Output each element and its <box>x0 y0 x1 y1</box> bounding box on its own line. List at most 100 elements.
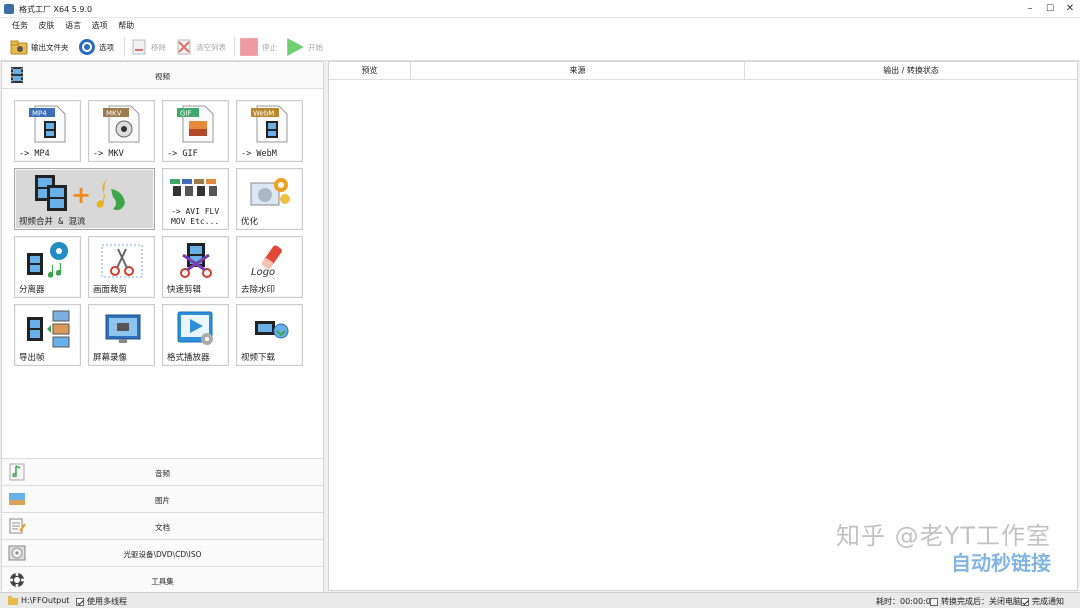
mp4-badge: MP4 <box>32 110 47 118</box>
shutdown-label: 转换完成后：关闭电脑 <box>941 597 1021 606</box>
webm-badge: WebM <box>253 110 274 118</box>
tile-crop[interactable]: 画面裁剪 <box>88 236 155 298</box>
category-document-label: 文档 <box>155 523 170 532</box>
tile-to-avi-flv-mov[interactable]: -> AVI FLV MOV Etc... <box>162 168 229 230</box>
notify-checkbox[interactable] <box>1021 597 1029 606</box>
category-video-label: 视频 <box>155 72 170 81</box>
shutdown-checkbox[interactable] <box>930 597 938 606</box>
elapsed-time: 耗时：00:00:00 <box>876 596 936 607</box>
play-icon <box>287 38 304 56</box>
output-folder-button[interactable]: 输出文件夹 <box>10 36 69 58</box>
tile-label: 分离器 <box>19 285 45 295</box>
webm-file-icon: WebM <box>251 105 288 143</box>
tile-remove-watermark[interactable]: Logo 去除水印 <box>236 236 303 298</box>
tile-quick-clip[interactable]: 快速剪辑 <box>162 236 229 298</box>
remove-label: 移除 <box>151 42 166 52</box>
multithread-checkbox[interactable] <box>76 597 84 606</box>
stop-button[interactable]: 停止 <box>239 36 277 58</box>
tile-to-webm[interactable]: WebM -> WebM <box>236 100 303 162</box>
window-title: 格式工厂 X64 5.9.0 <box>19 5 93 14</box>
notify-toggle[interactable]: 完成通知 <box>1021 596 1064 607</box>
mkv-badge: MKV <box>106 110 122 118</box>
merge-mux-icon: + <box>35 175 125 211</box>
tile-label: -> GIF <box>167 149 198 159</box>
tile-optimize[interactable]: 优化 <box>236 168 303 230</box>
export-frames-icon <box>27 310 70 348</box>
tile-video-download[interactable]: 视频下载 <box>236 304 303 366</box>
title-bar: 格式工厂 X64 5.9.0 – ☐ ✕ <box>0 0 1080 18</box>
tile-label: 屏幕录像 <box>93 353 128 363</box>
tile-label: -> MP4 <box>19 149 50 159</box>
toolbar: 输出文件夹 选项 移除 清空列表 停止 开始 <box>0 33 1080 61</box>
clear-list-button[interactable]: 清空列表 <box>175 36 226 58</box>
watermark-line1: 知乎 @老YT工作室 <box>836 522 1051 550</box>
watermark: 知乎 @老YT工作室 自动秒链接 <box>836 516 1051 576</box>
shutdown-toggle[interactable]: 转换完成后：关闭电脑 <box>930 596 1021 607</box>
gif-badge: GIF <box>180 110 192 118</box>
tile-splitter[interactable]: 分离器 <box>14 236 81 298</box>
menu-language[interactable]: 语言 <box>65 18 81 33</box>
mp4-file-icon: MP4 <box>29 105 66 143</box>
stop-icon <box>240 38 258 56</box>
eraser-icon: Logo <box>251 245 282 278</box>
app-icon <box>4 4 14 14</box>
tile-export-frames[interactable]: 导出帧 <box>14 304 81 366</box>
category-toolbox[interactable]: 工具集 <box>2 566 323 593</box>
tile-to-mkv[interactable]: MKV -> MKV <box>88 100 155 162</box>
remove-icon <box>132 39 146 55</box>
output-path-text: H:\FFOutput <box>21 596 70 605</box>
crop-scissors-icon <box>101 244 143 278</box>
options-button[interactable]: 选项 <box>78 36 114 58</box>
tile-label: 视频合并 & 混流 <box>19 217 86 227</box>
tile-screen-record[interactable]: 屏幕录像 <box>88 304 155 366</box>
screen-record-icon <box>105 314 141 343</box>
notify-label: 完成通知 <box>1032 597 1064 606</box>
column-output-status[interactable]: 输出 / 转换状态 <box>745 62 1077 80</box>
maximize-button[interactable]: ☐ <box>1040 2 1060 16</box>
menu-task[interactable]: 任务 <box>12 18 28 33</box>
function-panel: 视频 MP4 -> MP4 MKV -> MKV GIF -> GIF WebM… <box>1 61 324 593</box>
tile-label: 格式播放器 <box>167 353 210 363</box>
minimize-button[interactable]: – <box>1020 2 1040 16</box>
options-icon <box>79 39 95 55</box>
column-source[interactable]: 来源 <box>411 62 745 80</box>
multi-format-icon <box>170 179 217 196</box>
tile-format-player[interactable]: 格式播放器 <box>162 304 229 366</box>
category-document[interactable]: 文档 <box>2 512 323 539</box>
multithread-label: 使用多线程 <box>87 597 127 606</box>
start-label: 开始 <box>308 42 323 52</box>
watermark-line2: 自动秒链接 <box>951 551 1051 575</box>
category-optical-drive-label: 光驱设备\DVD\CD\ISO <box>123 550 202 559</box>
toolbar-separator <box>124 37 125 57</box>
clear-list-icon <box>177 39 191 55</box>
category-image[interactable]: 图片 <box>2 485 323 512</box>
player-icon <box>177 311 213 345</box>
tile-label: 视频下载 <box>241 353 276 363</box>
category-audio[interactable]: 音频 <box>2 458 323 485</box>
column-preview[interactable]: 预览 <box>329 62 411 80</box>
svg-text:+: + <box>71 181 91 209</box>
menu-skin[interactable]: 皮肤 <box>39 18 55 33</box>
video-download-icon <box>255 321 289 339</box>
output-path[interactable]: H:\FFOutput <box>8 596 69 605</box>
tile-label: 导出帧 <box>19 353 45 363</box>
multithread-toggle[interactable]: 使用多线程 <box>76 596 127 607</box>
task-list: 预览 来源 输出 / 转换状态 知乎 @老YT工作室 自动秒链接 <box>328 61 1078 591</box>
category-image-label: 图片 <box>155 496 170 505</box>
elapsed-label: 耗时：00:00:00 <box>876 597 936 606</box>
start-button[interactable]: 开始 <box>285 36 323 58</box>
tile-label: -> AVI FLV MOV Etc... <box>171 207 220 226</box>
menu-help[interactable]: 帮助 <box>118 18 134 33</box>
category-video[interactable]: 视频 <box>2 62 323 89</box>
splitter-icon <box>27 242 68 278</box>
category-optical-drive[interactable]: 光驱设备\DVD\CD\ISO <box>2 539 323 566</box>
tile-video-merge-mux[interactable]: + 视频合并 & 混流 <box>14 168 155 230</box>
category-audio-label: 音频 <box>155 469 170 478</box>
close-button[interactable]: ✕ <box>1060 2 1080 16</box>
tile-to-mp4[interactable]: MP4 -> MP4 <box>14 100 81 162</box>
folder-icon <box>8 596 18 605</box>
remove-button[interactable]: 移除 <box>130 36 166 58</box>
output-folder-label: 输出文件夹 <box>31 42 69 52</box>
tile-to-gif[interactable]: GIF -> GIF <box>162 100 229 162</box>
menu-options[interactable]: 选项 <box>92 18 108 33</box>
